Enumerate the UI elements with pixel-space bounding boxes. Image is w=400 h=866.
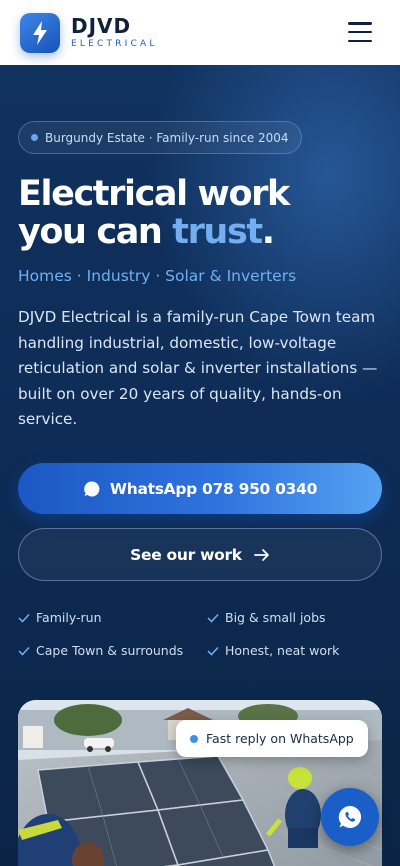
feature-label: Big & small jobs bbox=[225, 610, 326, 625]
whatsapp-chat-icon bbox=[84, 480, 100, 496]
whatsapp-floating-button[interactable] bbox=[321, 788, 379, 846]
check-icon bbox=[207, 613, 219, 623]
lightning-bolt-icon bbox=[33, 20, 47, 45]
headline-accent: trust bbox=[172, 212, 263, 252]
whatsapp-reply-toast: Fast reply on WhatsApp bbox=[176, 720, 368, 757]
headline-line2-prefix: you can bbox=[18, 212, 173, 252]
whatsapp-chat-icon bbox=[338, 805, 362, 828]
check-icon bbox=[18, 613, 30, 623]
check-icon bbox=[18, 646, 30, 656]
hero-description: DJVD Electrical is a family-run Cape Tow… bbox=[18, 308, 378, 428]
feature-label: Family-run bbox=[36, 610, 102, 625]
location-badge: Burgundy Estate · Family-run since 2004 bbox=[18, 121, 302, 154]
feature-item: Cape Town & surrounds bbox=[18, 643, 183, 658]
check-icon bbox=[207, 646, 219, 656]
whatsapp-call-button[interactable]: WhatsApp 078 950 0340 bbox=[18, 463, 382, 514]
feature-item: Honest, neat work bbox=[207, 643, 339, 658]
logo[interactable] bbox=[20, 12, 60, 53]
feature-label: Cape Town & surrounds bbox=[36, 643, 184, 658]
hamburger-menu-icon[interactable] bbox=[348, 22, 372, 42]
status-dot bbox=[31, 134, 38, 141]
arrow-right-icon bbox=[253, 548, 270, 562]
hero-tagline: Homes · Industry · Solar & Inverters bbox=[18, 267, 297, 285]
brand-name: DJVD bbox=[71, 14, 132, 38]
hero-headline: Electrical work you can trust. bbox=[18, 175, 388, 251]
feature-item: Big & small jobs bbox=[207, 610, 326, 625]
toast-text: Fast reply on WhatsApp bbox=[206, 731, 354, 746]
see-our-work-label: See our work bbox=[130, 545, 242, 564]
hero-section: Burgundy Estate · Family-run since 2004 … bbox=[0, 65, 400, 866]
online-dot bbox=[190, 734, 198, 743]
whatsapp-button-label: WhatsApp 078 950 0340 bbox=[109, 479, 318, 498]
headline-line1: Electrical work bbox=[18, 174, 290, 214]
feature-item: Family-run bbox=[18, 610, 102, 625]
location-badge-text: Burgundy Estate · Family-run since 2004 bbox=[45, 130, 289, 145]
headline-suffix: . bbox=[261, 212, 275, 252]
brand[interactable]: DJVD ELECTRICAL bbox=[71, 15, 158, 50]
site-header: DJVD ELECTRICAL bbox=[0, 0, 400, 65]
see-our-work-button[interactable]: See our work bbox=[18, 528, 382, 581]
brand-subtitle: ELECTRICAL bbox=[71, 39, 158, 49]
feature-label: Honest, neat work bbox=[225, 643, 340, 658]
